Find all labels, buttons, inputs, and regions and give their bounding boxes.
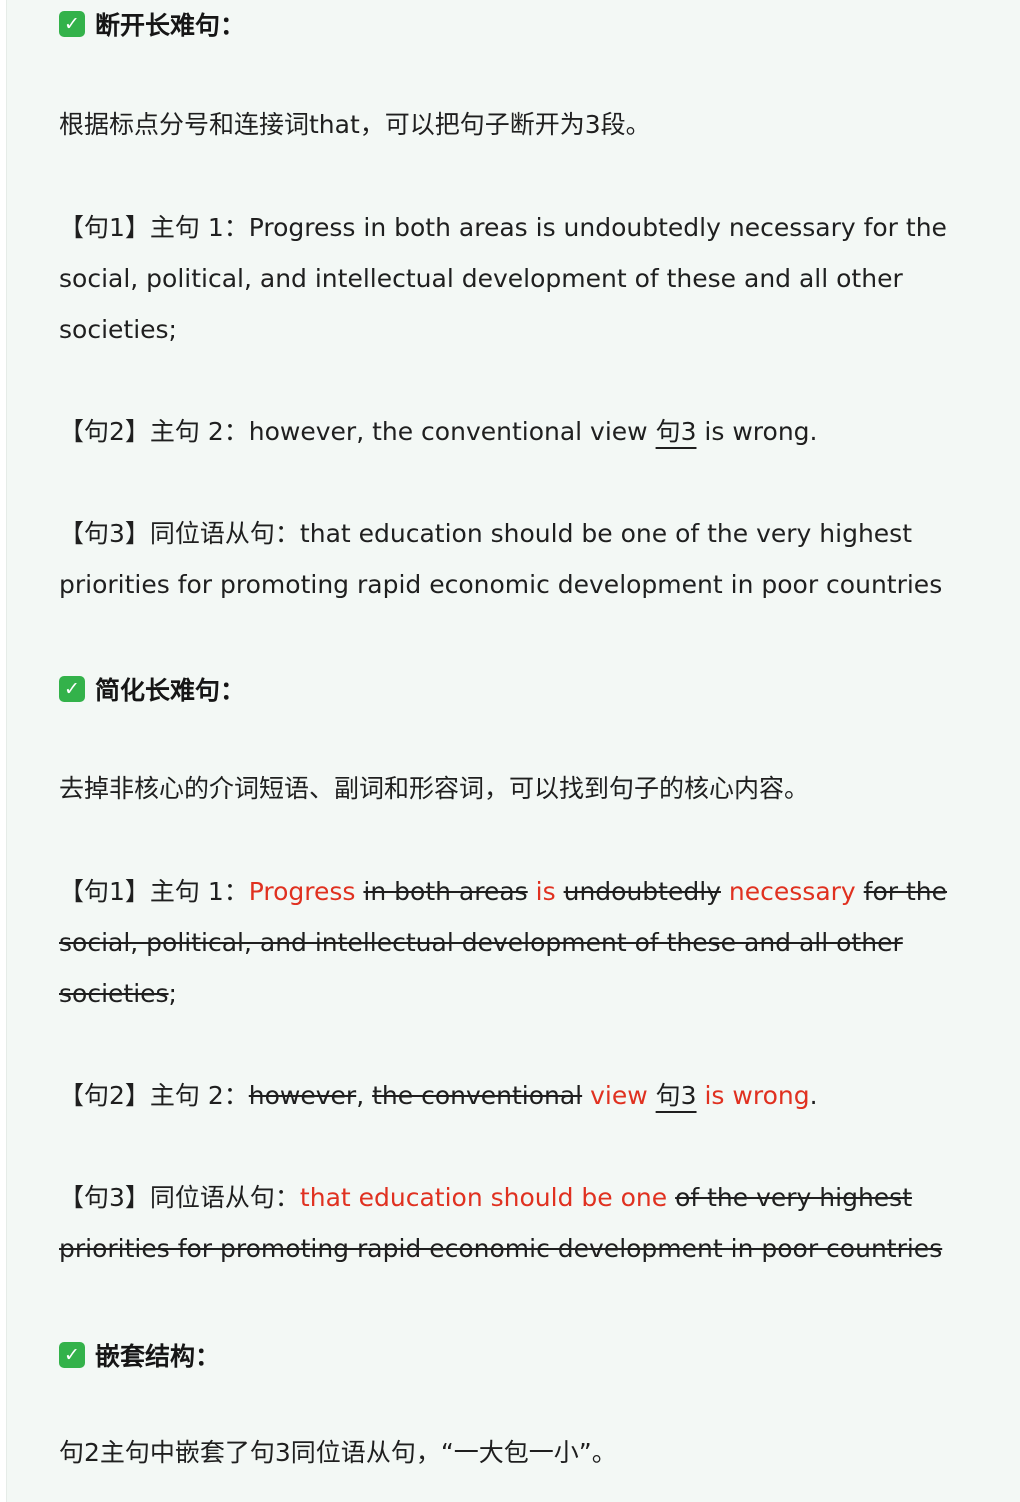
sentence-3-label: 【句3】同位语从句： (59, 1183, 300, 1212)
nesting-text-paragraph: 句2主句中嵌套了句3同位语从句，“一大包一小”。 (59, 1427, 964, 1478)
simplified-sentence-1-paragraph: 【句1】主句 1：Progress in both areas is undou… (59, 866, 964, 1019)
core-word: is wrong (704, 1081, 810, 1110)
section-heading-text: 断开长难句： (95, 11, 246, 40)
core-phrase: that education should be one (299, 1183, 668, 1212)
section-heading-nesting: ✓ 嵌套结构： (59, 1337, 220, 1373)
sentence-3-reference: 句3 (655, 417, 697, 446)
section-heading-split: ✓ 断开长难句： (59, 6, 245, 42)
check-mark-icon: ✓ (59, 11, 85, 37)
removed-phrase: the conventional (372, 1081, 583, 1110)
core-word: is (535, 877, 556, 906)
simplify-intro: 去掉非核心的介词短语、副词和形容词，可以找到句子的核心内容。 (59, 774, 810, 803)
removed-phrase: in both areas (363, 877, 528, 906)
sentence-2-text-after: is wrong. (696, 417, 818, 446)
removed-phrase: undoubtedly (563, 877, 721, 906)
check-mark-icon: ✓ (59, 1342, 85, 1368)
punctuation: ; (168, 979, 177, 1008)
core-word: Progress (248, 877, 356, 906)
split-intro: 根据标点分号和连接词that，可以把句子断开为3段。 (59, 110, 651, 139)
core-word: necessary (728, 877, 856, 906)
sentence-3-paragraph: 【句3】同位语从句：that education should be one o… (59, 508, 964, 610)
punctuation: , (356, 1081, 365, 1110)
sentence-1-label: 【句1】主句 1： (59, 877, 249, 906)
section-heading-simplify: ✓ 简化长难句： (59, 671, 245, 707)
article-page: ✓ 断开长难句： 根据标点分号和连接词that，可以把句子断开为3段。 【句1】… (6, 0, 1020, 1502)
simplified-sentence-2-paragraph: 【句2】主句 2：however, the conventional view … (59, 1070, 964, 1121)
removed-phrase: however (248, 1081, 357, 1110)
punctuation: . (809, 1081, 818, 1110)
section-heading-text: 嵌套结构： (95, 1342, 221, 1371)
sentence-1-label: 【句1】主句 1： (59, 213, 249, 242)
sentence-2-label: 【句2】主句 2： (59, 417, 249, 446)
split-intro-text: 根据标点分号和连接词that，可以把句子断开为3段。 (59, 99, 964, 150)
sentence-1-paragraph: 【句1】主句 1：Progress in both areas is undou… (59, 202, 964, 355)
sentence-2-paragraph: 【句2】主句 2：however, the conventional view … (59, 406, 964, 457)
nesting-text: 句2主句中嵌套了句3同位语从句，“一大包一小”。 (59, 1438, 617, 1467)
check-mark-icon: ✓ (59, 676, 85, 702)
simplify-intro-text: 去掉非核心的介词短语、副词和形容词，可以找到句子的核心内容。 (59, 763, 964, 814)
section-heading-text: 简化长难句： (95, 676, 246, 705)
core-word: view (590, 1081, 648, 1110)
sentence-2-text-before: however, the conventional view (248, 417, 656, 446)
sentence-2-label: 【句2】主句 2： (59, 1081, 249, 1110)
sentence-3-reference: 句3 (655, 1081, 697, 1110)
sentence-3-label: 【句3】同位语从句： (59, 519, 300, 548)
simplified-sentence-3-paragraph: 【句3】同位语从句：that education should be one o… (59, 1172, 964, 1274)
